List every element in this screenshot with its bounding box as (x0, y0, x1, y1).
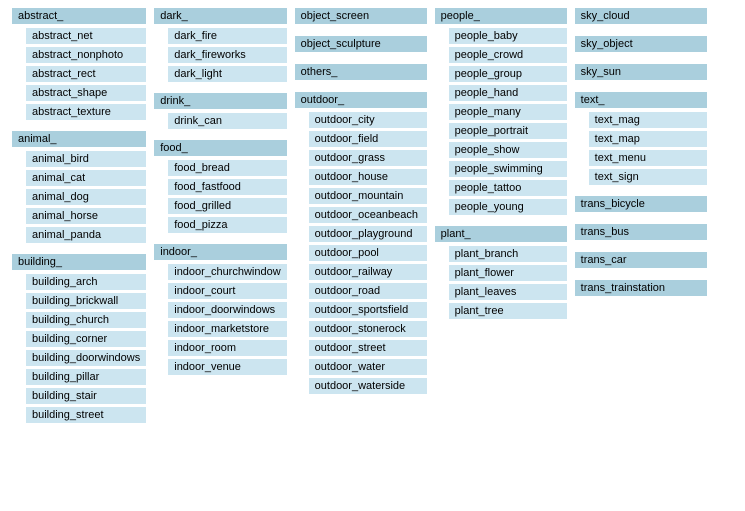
category-item[interactable]: people_swimming (449, 161, 567, 177)
category-header[interactable]: building_ (12, 254, 146, 270)
category-item[interactable]: dark_fire (168, 28, 286, 44)
category-item[interactable]: plant_branch (449, 246, 567, 262)
category-item[interactable]: building_brickwall (26, 293, 146, 309)
category-header[interactable]: text_ (575, 92, 707, 108)
category-item[interactable]: outdoor_field (309, 131, 427, 147)
category-item[interactable]: building_arch (26, 274, 146, 290)
category-item[interactable]: people_tattoo (449, 180, 567, 196)
category-item[interactable]: indoor_doorwindows (168, 302, 286, 318)
category-item[interactable]: plant_leaves (449, 284, 567, 300)
category-header[interactable]: plant_ (435, 226, 567, 242)
category-header[interactable]: indoor_ (154, 244, 286, 260)
category-item[interactable]: food_grilled (168, 198, 286, 214)
category-item[interactable]: text_mag (589, 112, 707, 128)
category-header[interactable]: sky_object (575, 36, 707, 52)
category-item[interactable]: people_hand (449, 85, 567, 101)
column-col2: dark_ dark_fire dark_fireworks dark_lightdr… (150, 8, 290, 424)
category-item[interactable]: text_map (589, 131, 707, 147)
category-item[interactable]: text_sign (589, 169, 707, 185)
category-item[interactable]: indoor_venue (168, 359, 286, 375)
category-item[interactable]: abstract_nonphoto (26, 47, 146, 63)
category-header[interactable]: abstract_ (12, 8, 146, 24)
category-item[interactable]: outdoor_mountain (309, 188, 427, 204)
category-item[interactable]: people_show (449, 142, 567, 158)
category-item[interactable]: people_crowd (449, 47, 567, 63)
category-header[interactable]: object_screen (295, 8, 427, 24)
category-header[interactable]: people_ (435, 8, 567, 24)
column-col1: abstract_ abstract_net abstract_nonphotoab… (8, 8, 150, 424)
category-item[interactable]: outdoor_stonerock (309, 321, 427, 337)
category-item[interactable]: outdoor_city (309, 112, 427, 128)
category-item[interactable]: abstract_shape (26, 85, 146, 101)
category-item[interactable]: outdoor_water (309, 359, 427, 375)
category-item[interactable]: indoor_marketstore (168, 321, 286, 337)
category-item[interactable]: people_baby (449, 28, 567, 44)
category-header[interactable]: trans_bus (575, 224, 707, 240)
category-header[interactable]: outdoor_ (295, 92, 427, 108)
category-item[interactable]: food_pizza (168, 217, 286, 233)
category-item[interactable]: plant_flower (449, 265, 567, 281)
category-header[interactable]: food_ (154, 140, 286, 156)
category-item[interactable]: abstract_texture (26, 104, 146, 120)
category-item[interactable]: outdoor_oceanbeach (309, 207, 427, 223)
category-item[interactable]: building_doorwindows (26, 350, 146, 366)
category-item[interactable]: abstract_net (26, 28, 146, 44)
category-header[interactable]: trans_bicycle (575, 196, 707, 212)
category-item[interactable]: outdoor_railway (309, 264, 427, 280)
category-header[interactable]: drink_ (154, 93, 286, 109)
category-item[interactable]: plant_tree (449, 303, 567, 319)
category-item[interactable]: outdoor_pool (309, 245, 427, 261)
category-item[interactable]: food_bread (168, 160, 286, 176)
category-item[interactable]: people_portrait (449, 123, 567, 139)
category-item[interactable]: people_group (449, 66, 567, 82)
category-item[interactable]: outdoor_playground (309, 226, 427, 242)
category-item[interactable]: people_many (449, 104, 567, 120)
category-header[interactable]: sky_cloud (575, 8, 707, 24)
category-header[interactable]: dark_ (154, 8, 286, 24)
category-item[interactable]: indoor_room (168, 340, 286, 356)
category-item[interactable]: building_pillar (26, 369, 146, 385)
column-col5: sky_cloud sky_object sky_sun text_ text_magt… (571, 8, 711, 424)
category-item[interactable]: outdoor_waterside (309, 378, 427, 394)
column-col3: object_screen object_sculpture others_outd… (291, 8, 431, 424)
category-header[interactable]: trans_car (575, 252, 707, 268)
category-item[interactable]: food_fastfood (168, 179, 286, 195)
category-header[interactable]: others_ (295, 64, 427, 80)
category-header[interactable]: sky_sun (575, 64, 707, 80)
category-header[interactable]: trans_trainstation (575, 280, 707, 296)
category-item[interactable]: animal_cat (26, 170, 146, 186)
category-item[interactable]: animal_horse (26, 208, 146, 224)
category-item[interactable]: dark_fireworks (168, 47, 286, 63)
column-col4: people_ people_baby people_crowd people_gro… (431, 8, 571, 424)
category-header[interactable]: object_sculpture (295, 36, 427, 52)
category-item[interactable]: outdoor_house (309, 169, 427, 185)
category-item[interactable]: indoor_churchwindow (168, 264, 286, 280)
category-item[interactable]: animal_bird (26, 151, 146, 167)
category-item[interactable]: building_corner (26, 331, 146, 347)
category-item[interactable]: abstract_rect (26, 66, 146, 82)
category-item[interactable]: text_menu (589, 150, 707, 166)
category-item[interactable]: animal_dog (26, 189, 146, 205)
category-item[interactable]: people_young (449, 199, 567, 215)
main-container: abstract_ abstract_net abstract_nonphotoab… (0, 0, 745, 432)
category-item[interactable]: outdoor_road (309, 283, 427, 299)
category-item[interactable]: building_stair (26, 388, 146, 404)
category-item[interactable]: outdoor_grass (309, 150, 427, 166)
category-item[interactable]: drink_can (168, 113, 286, 129)
category-item[interactable]: outdoor_sportsfield (309, 302, 427, 318)
category-header[interactable]: animal_ (12, 131, 146, 147)
category-item[interactable]: outdoor_street (309, 340, 427, 356)
category-item[interactable]: indoor_court (168, 283, 286, 299)
category-item[interactable]: dark_light (168, 66, 286, 82)
category-item[interactable]: building_street (26, 407, 146, 423)
category-item[interactable]: animal_panda (26, 227, 146, 243)
category-item[interactable]: building_church (26, 312, 146, 328)
